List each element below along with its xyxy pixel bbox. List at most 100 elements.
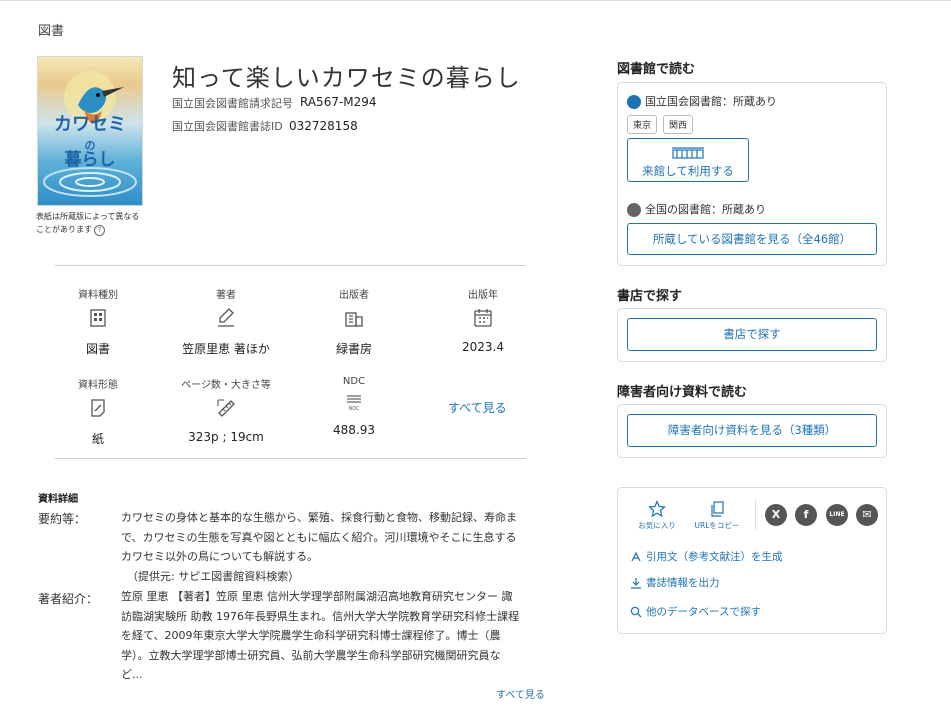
visit-library-label: 来館して利用する: [642, 164, 734, 178]
call-number-label: 国立国会図書館請求記号: [172, 97, 293, 110]
facebook-share-icon[interactable]: f: [795, 504, 817, 526]
ndl-holding-text: 国立国会図書館：所蔵あり: [645, 95, 777, 108]
library-heading: 図書館で読む: [617, 62, 696, 77]
book-title: 知って楽しいカワセミの暮らし: [172, 64, 521, 92]
publisher-building-icon: [345, 312, 363, 327]
author-line: を経て、2009年東京大学大学院農学生命科学研究科博士課程修了。博士（農: [121, 629, 501, 642]
bib-id-value: 032728158: [289, 119, 358, 133]
ndc-icon-text: NDC: [348, 406, 360, 412]
summary-line: カワセミ以外の鳥についても解説する。: [121, 550, 319, 563]
accessible-heading: 障害者向け資料で読む: [617, 385, 748, 400]
divider-top: [55, 265, 526, 266]
call-number-value: RA567-M294: [300, 95, 377, 109]
details-heading: 資料詳細: [38, 494, 78, 505]
favorite-button[interactable]: お気に入り: [632, 500, 682, 531]
export-bib-link[interactable]: 書誌情報を出力: [630, 575, 720, 590]
facet-value: 2023.4: [462, 340, 504, 354]
author-line: 笠原 里恵 【著者】笠原 里恵 信州大学理学部附属湖沼高地教育研究センター 諏: [121, 590, 513, 603]
favorite-label: お気に入り: [638, 521, 676, 530]
book-cover-image[interactable]: カワセミ の 暮らし: [37, 56, 143, 206]
help-icon[interactable]: ?: [94, 225, 105, 236]
accessible-materials-button[interactable]: 障害者向け資料を見る（3種類）: [627, 414, 877, 447]
facet-label: 資料種別: [78, 290, 118, 301]
summary-label: 要約等：: [38, 512, 87, 526]
visit-library-button[interactable]: 来館して利用する: [627, 138, 749, 182]
copy-url-label: URLをコピー: [694, 521, 740, 530]
national-holding: 全国の図書館：所蔵あり: [627, 201, 766, 217]
page-category: 図書: [38, 24, 65, 39]
author-pen-icon: [218, 308, 234, 327]
star-icon: [648, 500, 666, 518]
export-bib-text: 書誌情報を出力: [646, 577, 720, 589]
facet-value: 笠原里恵 著ほか: [182, 342, 270, 356]
author-intro-text: 笠原 里恵 【著者】笠原 里恵 信州大学理学部附属湖沼高地教育研究センター 諏 …: [121, 587, 553, 685]
facet-ndc: NDC NDC 488.93: [299, 376, 409, 437]
details-see-all-link[interactable]: すべて見る: [496, 686, 545, 701]
location-chips: 東京 関西: [627, 115, 699, 134]
citation-link[interactable]: 引用文（参考文献注）を生成: [630, 549, 783, 564]
cover-note-text: 表紙は所蔵版によって異なることがあります: [36, 212, 140, 234]
facet-value: 図書: [85, 342, 110, 356]
book-type-icon: [90, 309, 106, 327]
chip-tokyo: 東京: [627, 115, 658, 134]
facet-label: 出版年: [468, 290, 498, 301]
material-form-icon: [91, 399, 105, 417]
other-db-link[interactable]: 他のデータベースで探す: [630, 604, 761, 619]
facet-value: 緑書房: [335, 342, 372, 356]
ndl-holding: 国立国会図書館：所蔵あり: [627, 93, 777, 109]
facet-publisher: 出版者 緑書房: [299, 286, 409, 357]
facet-author: 著者 笠原里恵 著ほか: [171, 286, 281, 357]
x-share-icon[interactable]: X: [765, 504, 787, 526]
other-db-text: 他のデータベースで探す: [646, 606, 761, 618]
calendar-icon: [474, 309, 492, 327]
cover-note: 表紙は所蔵版によって異なることがあります?: [36, 210, 146, 236]
facet-value: 488.93: [333, 423, 375, 437]
facet-label: ページ数・大きさ等: [181, 380, 271, 391]
copy-icon: [711, 501, 724, 517]
ndl-library-icon: [627, 95, 641, 109]
copy-url-button[interactable]: URLをコピー: [692, 500, 742, 531]
bookstore-card: 書店で探す: [617, 308, 887, 362]
library-card: 国立国会図書館：所蔵あり 東京 関西 来館して利用する 全国の図書館：所蔵あり 所…: [617, 82, 887, 266]
summary-text: カワセミの身体と基本的な生態から、繁殖、採食行動と食物、移動記録、寿命ま で、カ…: [121, 508, 553, 586]
library-building-icon: [672, 147, 704, 159]
action-divider: [755, 500, 756, 530]
search-icon: [630, 606, 642, 618]
citation-link-text: 引用文（参考文献注）を生成: [646, 551, 783, 563]
citation-icon: [631, 551, 641, 562]
chip-kansai: 関西: [663, 115, 694, 134]
bookstore-search-button[interactable]: 書店で探す: [627, 318, 877, 351]
mail-share-icon[interactable]: ✉: [856, 504, 878, 526]
author-line: ど...: [121, 668, 143, 681]
cover-title-sub: 暮らし: [64, 150, 116, 170]
accessible-card: 障害者向け資料を見る（3種類）: [617, 404, 887, 458]
facets-see-all-link[interactable]: すべて見る: [448, 399, 507, 416]
national-library-icon: [627, 203, 641, 217]
summary-line: で、カワセミの生態を写真や図とともに幅広く紹介。河川環境やそこに生息する: [121, 530, 517, 544]
holding-libraries-button[interactable]: 所蔵している図書館を見る（全46館）: [627, 223, 877, 255]
summary-line: カワセミの身体と基本的な生態から、繁殖、採食行動と食物、移動記録、寿命ま: [121, 511, 517, 524]
facet-label: 出版者: [339, 290, 369, 301]
author-line: 学）。立教大学理学部博士研究員、弘前大学農学生命科学部研究機関研究員な: [121, 648, 501, 662]
bib-id-label: 国立国会図書館書誌ID: [172, 120, 283, 133]
facet-publish-year: 出版年 2023.4: [428, 286, 538, 354]
cover-title-main: カワセミ: [54, 114, 126, 135]
bookstore-heading: 書店で探す: [617, 289, 683, 304]
facet-label: 資料形態: [78, 380, 118, 391]
download-icon: [631, 578, 641, 589]
facet-value: 紙: [91, 432, 104, 446]
facet-pages-size: ページ数・大きさ等 323p ; 19cm: [171, 376, 281, 444]
facet-label: NDC: [342, 376, 366, 387]
author-line: 訪臨湖実験所 助教 1976年長野県生まれ。信州大学大学院教育学研究科修士課程: [121, 609, 520, 623]
ndc-icon: NDC: [343, 393, 365, 415]
summary-source: （提供元: サピエ図書館資料検索）: [127, 569, 300, 583]
facet-material-type: 資料種別 図書: [43, 286, 153, 357]
author-intro-label: 著者紹介：: [38, 592, 99, 606]
divider-bottom: [55, 458, 526, 459]
line-share-icon[interactable]: LINE: [826, 504, 848, 526]
national-holding-text: 全国の図書館：所蔵あり: [645, 203, 766, 216]
facet-material-form: 資料形態 紙: [43, 376, 153, 447]
actions-card: お気に入り URLをコピー X f LINE ✉ 引用文（参考文献注）を生成 書…: [617, 487, 887, 634]
ruler-icon: [217, 399, 235, 417]
facet-value: 323p ; 19cm: [188, 430, 264, 444]
